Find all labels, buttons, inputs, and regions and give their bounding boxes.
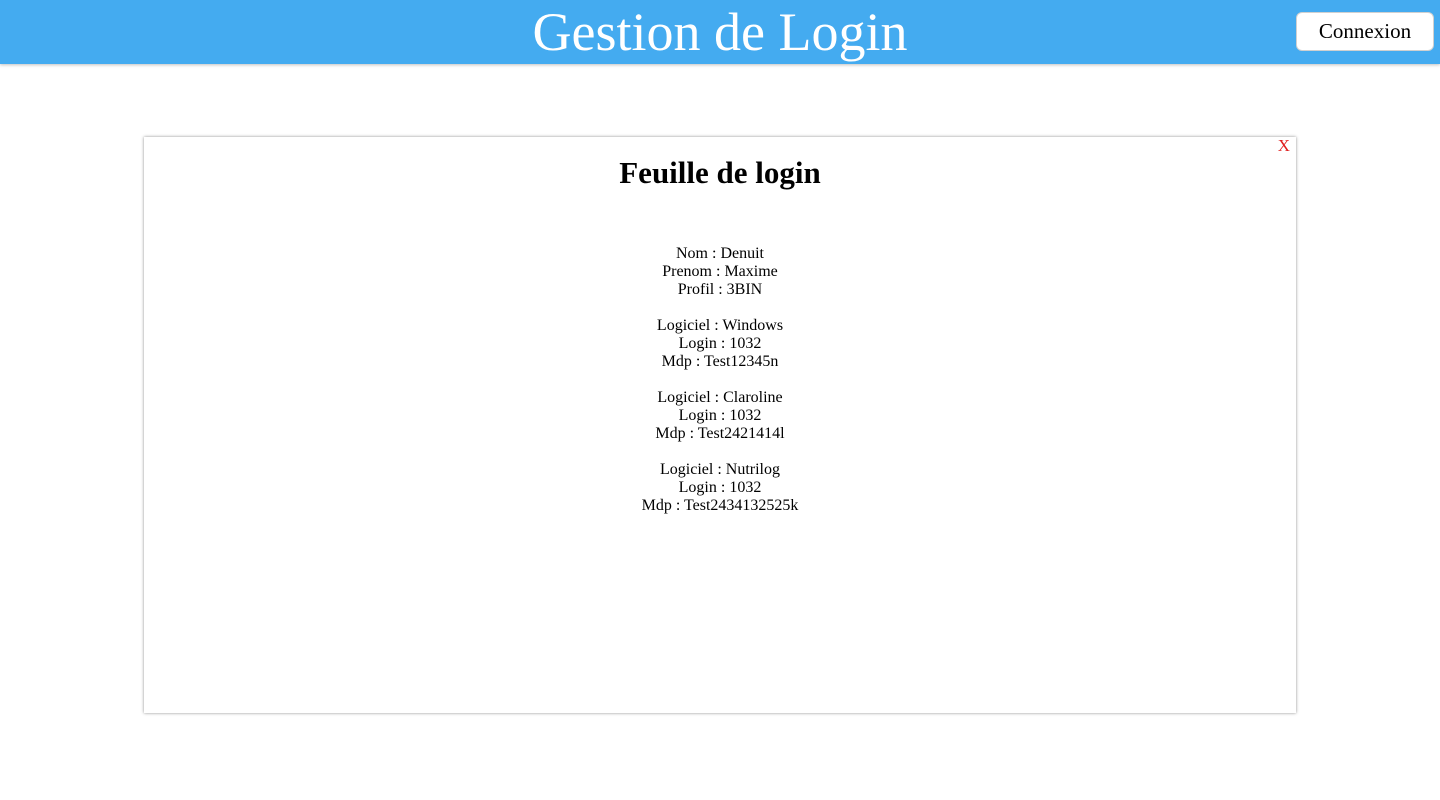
login-info: Nom : Denuit Prenom : Maxime Profil : 3B… bbox=[144, 245, 1296, 533]
top-header: Gestion de Login Connexion bbox=[0, 0, 1440, 64]
mdp-label: Mdp : Test12345n bbox=[661, 353, 779, 370]
app-title: Gestion de Login bbox=[532, 2, 908, 62]
login-label: Login : 1032 bbox=[678, 407, 762, 424]
user-block: Nom : Denuit Prenom : Maxime Profil : 3B… bbox=[144, 245, 1296, 299]
login-block-claroline: Logiciel : Claroline Login : 1032 Mdp : … bbox=[144, 389, 1296, 443]
user-profil: Profil : 3BIN bbox=[677, 281, 763, 298]
card-title: Feuille de login bbox=[619, 155, 821, 190]
user-prenom: Prenom : Maxime bbox=[662, 263, 778, 280]
login-label: Login : 1032 bbox=[678, 479, 762, 496]
user-nom: Nom : Denuit bbox=[676, 245, 764, 262]
login-label: Login : 1032 bbox=[678, 335, 762, 352]
connexion-button[interactable]: Connexion bbox=[1296, 12, 1434, 51]
login-sheet-card: X Feuille de login Nom : Denuit Prenom :… bbox=[144, 137, 1296, 713]
logiciel-label: Logiciel : Claroline bbox=[657, 389, 783, 406]
mdp-label: Mdp : Test2421414l bbox=[655, 425, 785, 442]
logiciel-label: Logiciel : Windows bbox=[656, 317, 784, 334]
close-icon[interactable]: X bbox=[1278, 137, 1290, 155]
mdp-label: Mdp : Test2434132525k bbox=[641, 497, 799, 514]
logiciel-label: Logiciel : Nutrilog bbox=[660, 461, 780, 478]
login-block-nutrilog: Logiciel : Nutrilog Login : 1032 Mdp : T… bbox=[144, 461, 1296, 515]
login-block-windows: Logiciel : Windows Login : 1032 Mdp : Te… bbox=[144, 317, 1296, 371]
